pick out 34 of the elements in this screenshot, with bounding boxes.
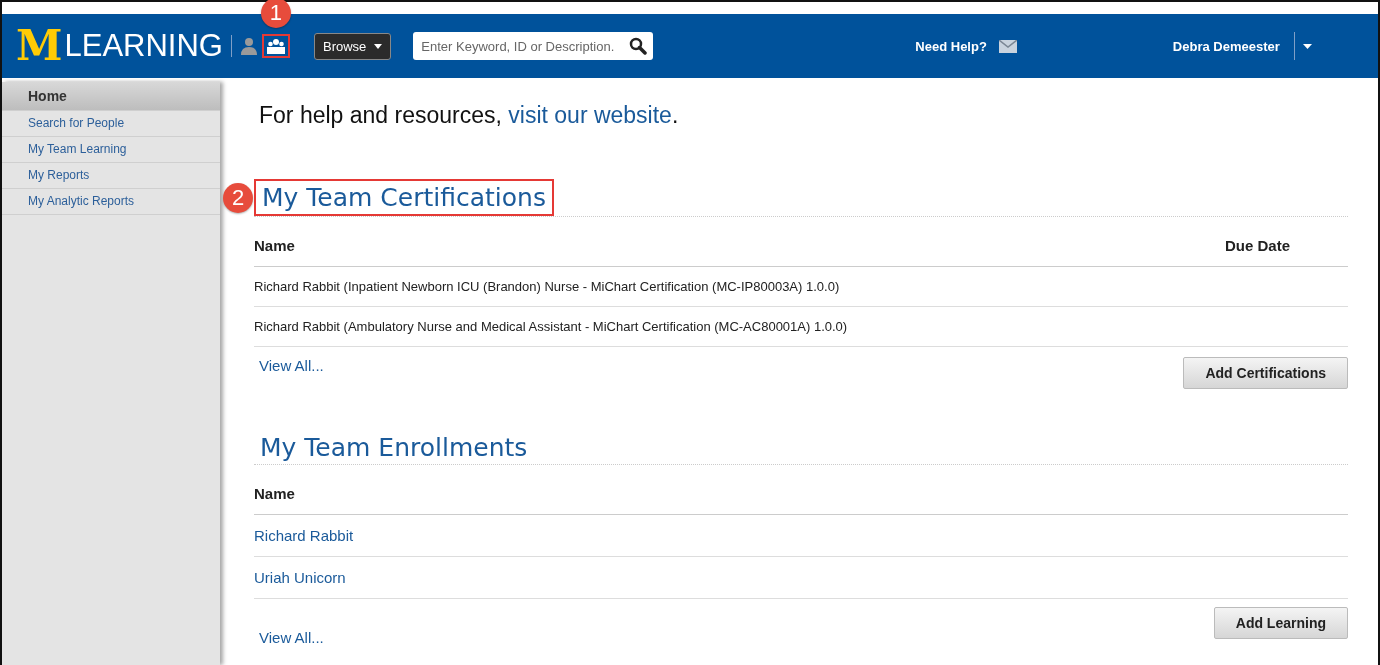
team-icon[interactable]	[267, 38, 285, 54]
envelope-icon[interactable]	[998, 39, 1017, 53]
column-header: Due Date	[1224, 237, 1290, 254]
person-icon[interactable]	[240, 37, 258, 55]
sidebar-item[interactable]: My Team Learning	[2, 137, 220, 163]
enrollment-name-link[interactable]: Uriah Unicorn	[254, 557, 1348, 599]
callout-number: 2	[223, 182, 253, 213]
user-name[interactable]: Debra Demeester	[1172, 38, 1280, 54]
logo-mark: M	[16, 25, 61, 67]
view-all-link[interactable]: View All...	[259, 357, 324, 374]
sidebar-item[interactable]: Search for People	[2, 111, 220, 137]
section-heading: My Team Certifications	[261, 182, 547, 214]
help-link[interactable]: Need Help?	[915, 38, 987, 54]
caret-icon[interactable]	[1302, 43, 1312, 49]
help-sentence: For help and resources, visit our website.	[259, 102, 680, 129]
logo-text: LEARNING	[64, 28, 223, 64]
search-icon[interactable]	[629, 37, 648, 55]
view-all-link[interactable]: View All...	[259, 629, 324, 646]
browse-button[interactable]: Browse	[314, 32, 392, 60]
certification-name: Richard Rabbit (Inpatient Newborn ICU (Brandon) Nurse - MiChart Certification (MC-IP80003A) 1.0.0)	[254, 267, 1348, 307]
sidebar-item[interactable]: My Analytic Reports	[2, 189, 220, 215]
add-button[interactable]: Add Learning	[1213, 607, 1348, 639]
sidebar-item[interactable]: My Reports	[2, 163, 220, 189]
website-link[interactable]: visit our website	[508, 102, 672, 128]
search-field[interactable]: Enter Keyword, ID or Description.	[413, 32, 654, 60]
callout-number: 1	[261, 0, 291, 28]
certification-name: Richard Rabbit (Ambulatory Nurse and Medical Assistant - MiChart Certification (MC-AC80001A) 1.0.0)	[254, 307, 1348, 347]
section-heading: My Team Enrollments	[259, 432, 529, 464]
column-header: Name	[254, 485, 295, 502]
enrollment-name-link[interactable]: Richard Rabbit	[254, 515, 1348, 557]
add-button[interactable]: Add Certifications	[1183, 357, 1348, 389]
sidebar-item[interactable]: Home	[2, 82, 220, 111]
caret-icon	[374, 43, 383, 49]
column-header: Name	[254, 237, 295, 254]
